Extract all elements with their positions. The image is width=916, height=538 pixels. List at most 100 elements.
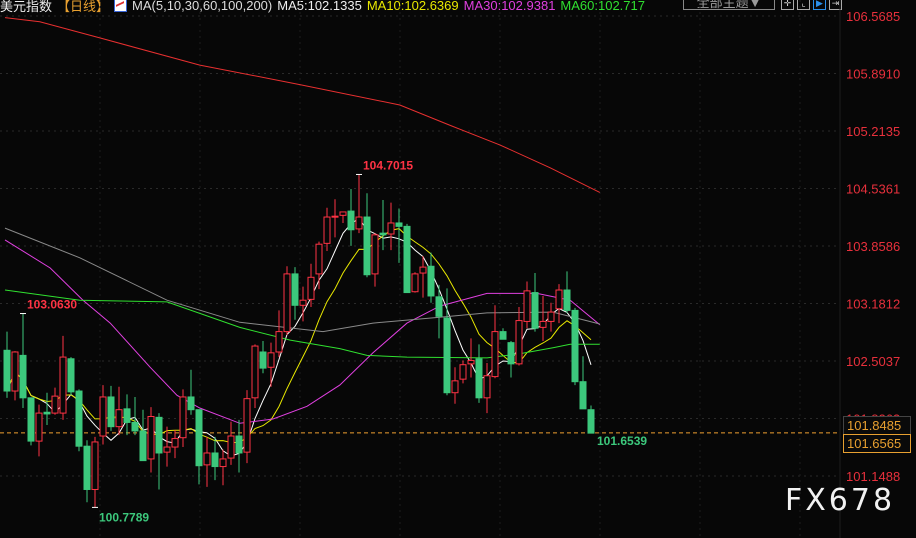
price-annotation: 101.6539	[597, 434, 647, 448]
candle-down	[403, 223, 411, 294]
candle-down	[195, 409, 203, 485]
candle-body	[347, 210, 355, 231]
candle-body	[27, 397, 35, 442]
candle-up	[547, 302, 555, 332]
candle-body	[307, 276, 315, 300]
candle-up	[251, 344, 259, 408]
candle-body	[403, 225, 411, 294]
candle-body	[531, 292, 539, 329]
candle-up	[11, 351, 19, 401]
candle-body	[147, 415, 155, 460]
candle-body	[227, 435, 235, 459]
candle-up	[275, 310, 283, 358]
candle-body	[555, 289, 563, 310]
candle-down	[259, 340, 267, 374]
candle-down	[395, 208, 403, 263]
candle-body	[475, 358, 483, 399]
candle-up	[491, 305, 499, 379]
candle-up	[35, 404, 43, 457]
candle-body	[363, 216, 371, 276]
candle-body	[299, 299, 307, 306]
candle-body	[131, 421, 139, 432]
candle-body	[139, 430, 147, 462]
candle-down	[139, 409, 147, 462]
candle-body	[371, 234, 379, 275]
candle-body	[411, 273, 419, 293]
candle-body	[3, 349, 11, 392]
candle-up	[115, 386, 123, 436]
price-annotation: 104.7015	[363, 158, 413, 172]
candle-down	[291, 267, 299, 320]
candle-body	[395, 222, 403, 227]
y-tick-label: 103.8586	[846, 239, 900, 254]
candle-down	[187, 369, 195, 415]
candle-body	[43, 411, 51, 415]
candle-body	[283, 273, 291, 333]
candle-down	[363, 193, 371, 278]
candle-body	[507, 342, 515, 365]
candle-up	[331, 199, 339, 238]
candle-down	[427, 252, 435, 303]
candle-body	[83, 445, 91, 490]
candle-body	[51, 395, 59, 414]
candle-body	[195, 409, 203, 467]
candle-body	[259, 351, 267, 369]
candle-body	[187, 396, 195, 411]
candle-up	[483, 363, 491, 414]
candle-body	[419, 266, 427, 274]
candle-body	[315, 243, 323, 275]
ma-line-ma200	[4, 17, 601, 193]
candle-body	[99, 396, 107, 437]
candle-body	[547, 311, 555, 322]
candle-body	[435, 296, 443, 317]
candle-down	[347, 189, 355, 246]
y-tick-label: 105.8910	[846, 67, 900, 82]
candle-body	[67, 358, 75, 393]
y-tick-label: 106.5685	[846, 9, 900, 24]
candle-body	[211, 452, 219, 468]
watermark: FX678	[785, 483, 896, 518]
candle-down	[507, 340, 515, 378]
candle-down	[499, 328, 507, 340]
candle-up	[371, 233, 379, 287]
candle-up	[243, 390, 251, 464]
candle-body	[115, 409, 123, 428]
candle-down	[235, 419, 243, 473]
candle-down	[579, 356, 587, 410]
candle-up	[555, 284, 563, 324]
candle-body	[163, 446, 171, 453]
candle-up	[355, 174, 363, 234]
candle-up	[51, 387, 59, 415]
candle-down	[131, 396, 139, 436]
candle-up	[523, 281, 531, 329]
candle-up	[219, 449, 227, 486]
candle-down	[43, 392, 51, 425]
candle-body	[443, 317, 451, 394]
candle-body	[563, 289, 571, 311]
candle-body	[467, 359, 475, 365]
candle-down	[531, 273, 539, 332]
y-tick-label: 105.2135	[846, 124, 900, 139]
candle-down	[107, 385, 115, 431]
candle-body	[123, 408, 131, 423]
candle-body	[587, 409, 595, 434]
candle-down	[435, 284, 443, 339]
candle-up	[515, 306, 523, 366]
candle-down	[563, 271, 571, 313]
candle-body	[19, 354, 27, 399]
candle-body	[323, 216, 331, 244]
candle-up	[179, 389, 187, 448]
candle-body	[523, 290, 531, 322]
candle-body	[155, 416, 163, 454]
candle-body	[267, 352, 275, 368]
y-tick-label: 104.5361	[846, 182, 900, 197]
candle-up	[59, 335, 67, 420]
candle-down	[211, 436, 219, 481]
candle-down	[587, 405, 595, 434]
candle-up	[283, 266, 291, 336]
candle-body	[459, 364, 467, 380]
candle-down	[379, 200, 387, 251]
candle-up	[411, 272, 419, 293]
candle-body	[203, 452, 211, 466]
candlestick-chart[interactable]: 106.5685 105.8910 105.2135 104.5361 103.8586…	[0, 0, 916, 538]
